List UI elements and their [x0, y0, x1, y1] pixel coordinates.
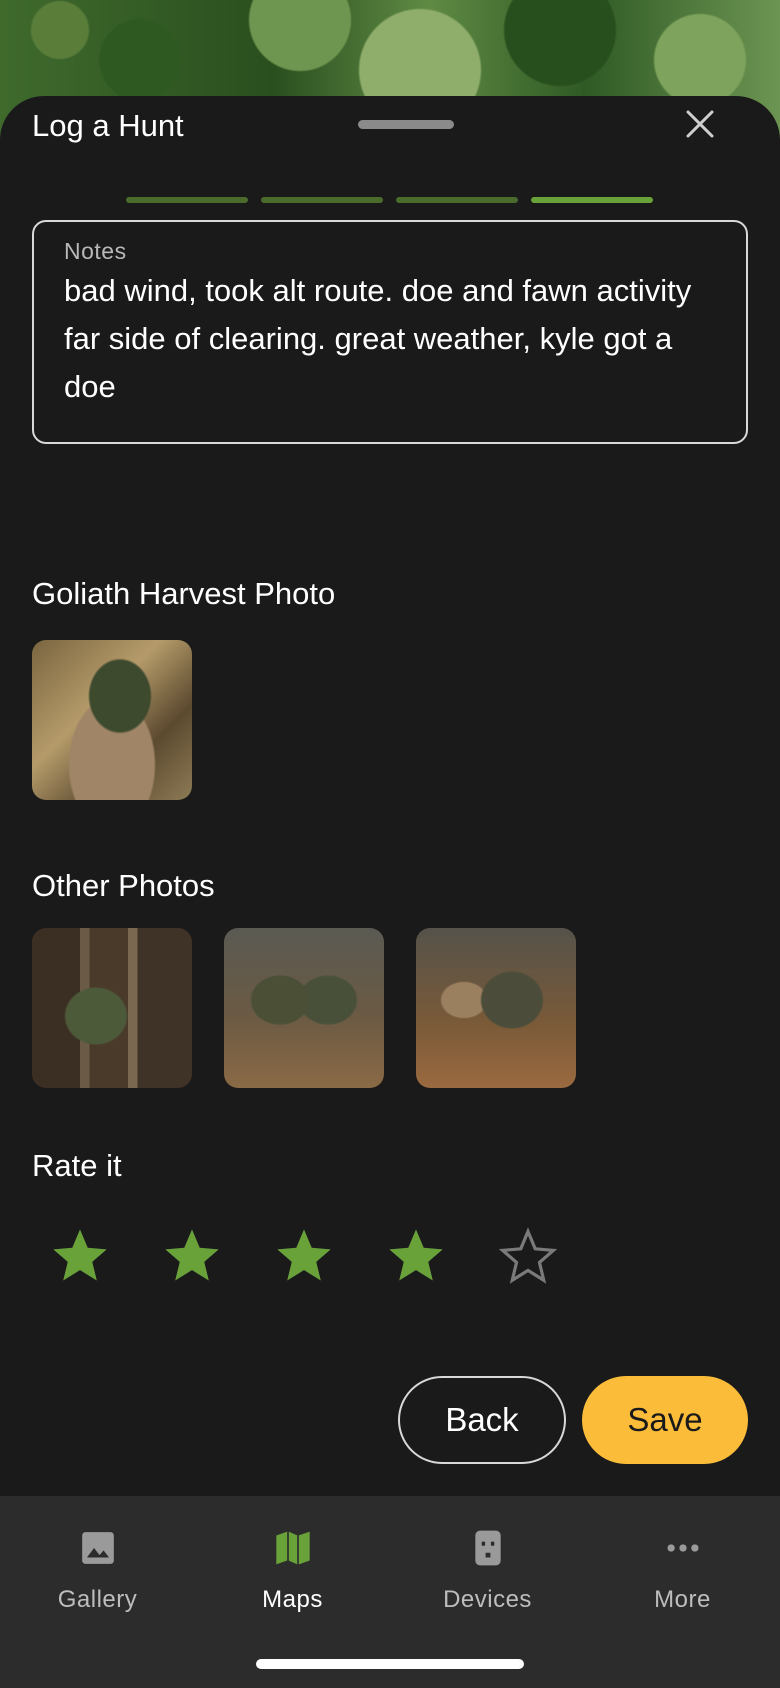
tab-devices-label: Devices: [443, 1586, 532, 1613]
close-button[interactable]: [676, 100, 724, 148]
progress-step-2: [261, 197, 383, 203]
tab-devices[interactable]: Devices: [390, 1496, 585, 1646]
other-photo-2[interactable]: [224, 928, 384, 1088]
close-icon: [686, 110, 714, 138]
other-photo-3[interactable]: [416, 928, 576, 1088]
progress-step-1: [126, 197, 248, 203]
star-2-icon[interactable]: [160, 1224, 224, 1288]
tab-more-label: More: [654, 1586, 711, 1613]
notes-field[interactable]: Notes bad wind, took alt route. doe and …: [32, 220, 748, 444]
star-3-icon[interactable]: [272, 1224, 336, 1288]
back-button[interactable]: Back: [398, 1376, 566, 1464]
notes-label: Notes: [64, 238, 127, 264]
save-button[interactable]: Save: [582, 1376, 748, 1464]
tab-gallery-label: Gallery: [57, 1586, 138, 1613]
harvest-photo[interactable]: [32, 640, 192, 800]
more-horizontal-icon: [659, 1524, 707, 1572]
sheet-drag-handle[interactable]: [358, 120, 454, 129]
progress-step-4: [531, 197, 653, 203]
star-rating[interactable]: [48, 1224, 560, 1288]
tab-more[interactable]: More: [585, 1496, 780, 1646]
tab-maps[interactable]: Maps: [195, 1496, 390, 1646]
star-1-icon[interactable]: [48, 1224, 112, 1288]
other-photos-title: Other Photos: [32, 868, 215, 903]
image-icon: [74, 1524, 122, 1572]
step-progress: [126, 197, 653, 203]
trail-camera-icon: [464, 1524, 512, 1572]
page-title: Log a Hunt: [32, 108, 184, 143]
progress-step-3: [396, 197, 518, 203]
harvest-photo-title: Goliath Harvest Photo: [32, 576, 336, 611]
rating-title: Rate it: [32, 1148, 122, 1183]
notes-text[interactable]: bad wind, took alt route. doe and fawn a…: [64, 267, 716, 411]
tab-maps-label: Maps: [262, 1586, 323, 1613]
other-photo-1[interactable]: [32, 928, 192, 1088]
home-indicator: [256, 1659, 524, 1669]
tab-gallery[interactable]: Gallery: [0, 1496, 195, 1646]
star-5-icon[interactable]: [496, 1224, 560, 1288]
map-icon: [269, 1524, 317, 1572]
star-4-icon[interactable]: [384, 1224, 448, 1288]
